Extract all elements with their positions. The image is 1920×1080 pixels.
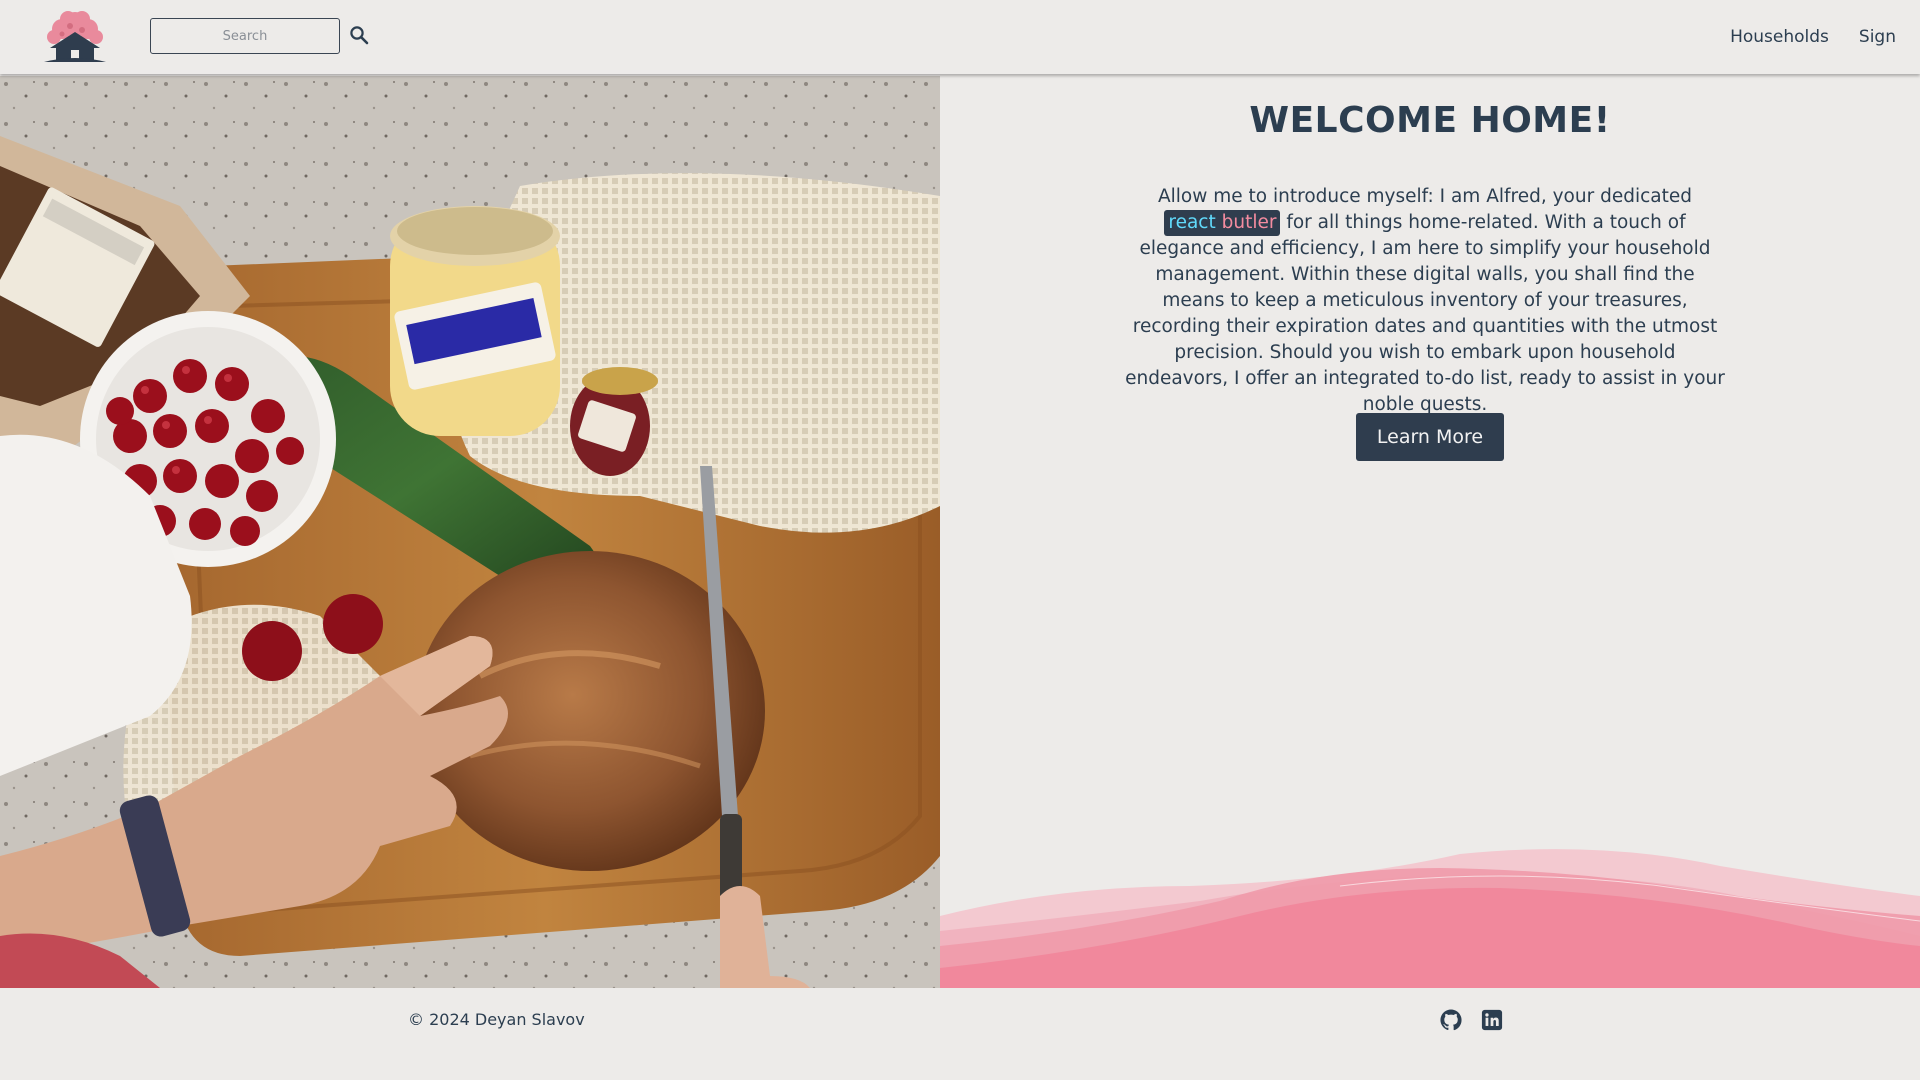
linkedin-icon[interactable] [1481,1009,1503,1031]
brand-word-react: react [1168,212,1216,233]
brand-word-butler: butler [1221,212,1277,233]
search-icon[interactable] [348,24,370,46]
top-navbar: Households Sign [0,0,1920,74]
main-nav: Households Sign [1730,0,1920,74]
intro-text-after: for all things home-related. With a touc… [1125,212,1725,415]
search-input[interactable] [150,18,340,54]
github-icon[interactable] [1440,1009,1462,1031]
decorative-waves [940,849,1920,988]
nav-households-link[interactable]: Households [1730,27,1829,47]
footer: © 2024 Deyan Slavov [0,988,1920,1080]
brand-badge: react butler [1164,210,1281,236]
intro-text-before: Allow me to introduce myself: I am Alfre… [1158,186,1692,207]
nav-sign-link[interactable]: Sign [1859,27,1896,47]
page-title: WELCOME HOME! [1249,100,1611,141]
hero-image [0,76,940,988]
learn-more-button[interactable]: Learn More [1356,413,1504,461]
house-tree-logo[interactable] [40,10,110,64]
intro-paragraph: Allow me to introduce myself: I am Alfre… [1125,184,1725,418]
copyright-text: © 2024 Deyan Slavov [408,1010,585,1029]
welcome-panel: WELCOME HOME! Allow me to introduce myse… [940,76,1920,988]
